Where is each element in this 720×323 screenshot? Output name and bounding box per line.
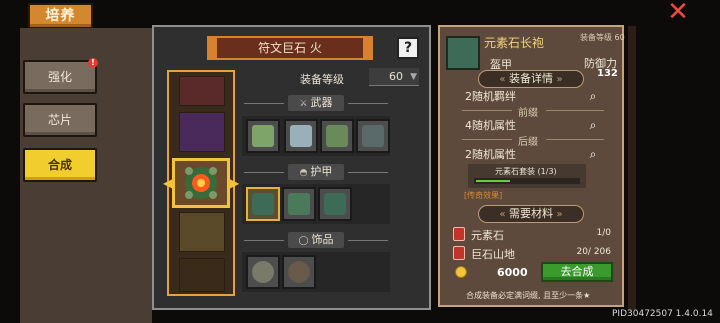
item-equip-level: 装备等级 60 (580, 33, 625, 42)
divider (462, 139, 512, 140)
sword-icon: ⚔ (299, 99, 308, 109)
rune-item[interactable] (179, 258, 225, 292)
weapon-slot[interactable] (356, 119, 390, 153)
rune-item[interactable] (179, 212, 225, 252)
arrow-right-icon[interactable]: ▶ (230, 176, 239, 190)
arrow-left-icon[interactable]: ◀ (163, 176, 172, 190)
chevron-left-icon: « (499, 209, 506, 220)
alert-badge: ! (88, 58, 98, 68)
divider (546, 110, 604, 111)
detail-row-attr2: 2随机属性 (465, 146, 605, 162)
material-row[interactable]: 巨石山地 20/ 206 (451, 245, 613, 261)
nav-item-label: 芯片 (47, 113, 72, 127)
materials-title: 需要材料 (509, 207, 553, 220)
armor-category-label: 护甲 (310, 165, 333, 178)
rune-title[interactable]: 符文巨石 火 (215, 36, 365, 60)
random-attr4-text: 4随机属性 (465, 119, 516, 132)
set-label: 元素石套装 (1/3) (495, 167, 557, 176)
weapon-category-label: 武器 (310, 96, 333, 109)
equip-level-select[interactable]: 60 ▼ (369, 68, 419, 86)
side-nav: 强化 ! 芯片 合成 (20, 28, 152, 323)
robe-icon (446, 36, 480, 70)
accessory-slot[interactable] (282, 255, 316, 289)
gold-coin-icon (455, 266, 467, 278)
weapon-category-header: ⚔ 武器 (242, 95, 390, 111)
item-name: 元素石长袍 (484, 36, 545, 50)
weapon-slot-row (242, 116, 390, 156)
nav-item-label: 合成 (47, 158, 72, 172)
weapon-slot[interactable] (284, 119, 318, 153)
equip-details-header: « 装备详情 » (478, 70, 584, 88)
nav-item-enhance[interactable]: 强化 ! (23, 58, 98, 94)
material-name: 元素石 (471, 229, 504, 242)
accessory-category-header: ◯ 饰品 (242, 232, 390, 248)
accessory-category-label: 饰品 (311, 233, 334, 246)
boulder-land-icon (453, 246, 465, 260)
equip-details-title: 装备详情 (509, 72, 553, 85)
armor-slot[interactable] (282, 187, 316, 221)
rune-item[interactable] (179, 76, 225, 106)
random-halo-text: 2随机羁绊 (465, 90, 516, 103)
magnifier-icon[interactable]: ⌕ (585, 117, 601, 133)
detail-row-halo: 2随机羁绊 (465, 88, 605, 104)
help-button[interactable]: ? (397, 37, 419, 59)
panel-edge (628, 26, 636, 310)
chevron-left-icon: « (499, 74, 506, 85)
divider (546, 139, 604, 140)
fire-rune-icon (185, 167, 217, 199)
weapon-slot[interactable] (320, 119, 354, 153)
nav-item-label: 强化 (47, 70, 72, 84)
accessory-slot-row (242, 252, 390, 292)
ring-icon: ◯ (298, 236, 309, 246)
chevron-right-icon: » (556, 209, 563, 220)
material-count: 1/0 (596, 228, 611, 238)
page-title: 培养 (28, 3, 93, 29)
craft-cost: 6000 (497, 266, 528, 279)
craft-note: 合成装备必定满词缀, 且至少一条★ (466, 291, 591, 300)
weapon-slot[interactable] (246, 119, 280, 153)
material-name: 巨石山地 (471, 248, 515, 261)
equip-level-value: 60 (389, 70, 403, 83)
magnifier-icon[interactable]: ⌕ (585, 146, 601, 162)
chevron-down-icon: ▼ (410, 72, 417, 82)
selected-rune[interactable] (172, 158, 230, 208)
nav-item-chip[interactable]: 芯片 (23, 103, 97, 137)
craft-button[interactable]: 去合成 (541, 262, 613, 282)
random-attr2-text: 2随机属性 (465, 148, 516, 161)
legend-effect-tag[interactable]: [传奇效果] (464, 190, 502, 201)
defense-value: 132 (597, 68, 618, 79)
chevron-right-icon: » (556, 74, 563, 85)
material-count: 20/ 206 (576, 247, 611, 257)
accessory-slot[interactable] (246, 255, 280, 289)
armor-slot-row (242, 184, 390, 224)
materials-header: « 需要材料 » (478, 205, 584, 223)
version-label: PID30472507 1.4.0.14 (612, 309, 713, 319)
nav-item-craft[interactable]: 合成 (23, 148, 97, 182)
divider (462, 110, 512, 111)
rune-item[interactable] (179, 112, 225, 152)
armor-category-header: ◓ 护甲 (242, 164, 390, 180)
armor-slot-selected[interactable] (246, 187, 280, 221)
armor-slot[interactable] (318, 187, 352, 221)
elemental-stone-icon (453, 227, 465, 241)
equip-level-label: 装备等级 (300, 73, 344, 86)
magnifier-icon[interactable]: ⌕ (585, 88, 601, 104)
set-progress-fill (476, 180, 510, 182)
material-row[interactable]: 元素石 1/0 (451, 226, 613, 242)
helmet-icon: ◓ (299, 168, 308, 178)
detail-row-attr4: 4随机属性 (465, 117, 605, 133)
close-button[interactable]: ✕ (664, 0, 692, 25)
